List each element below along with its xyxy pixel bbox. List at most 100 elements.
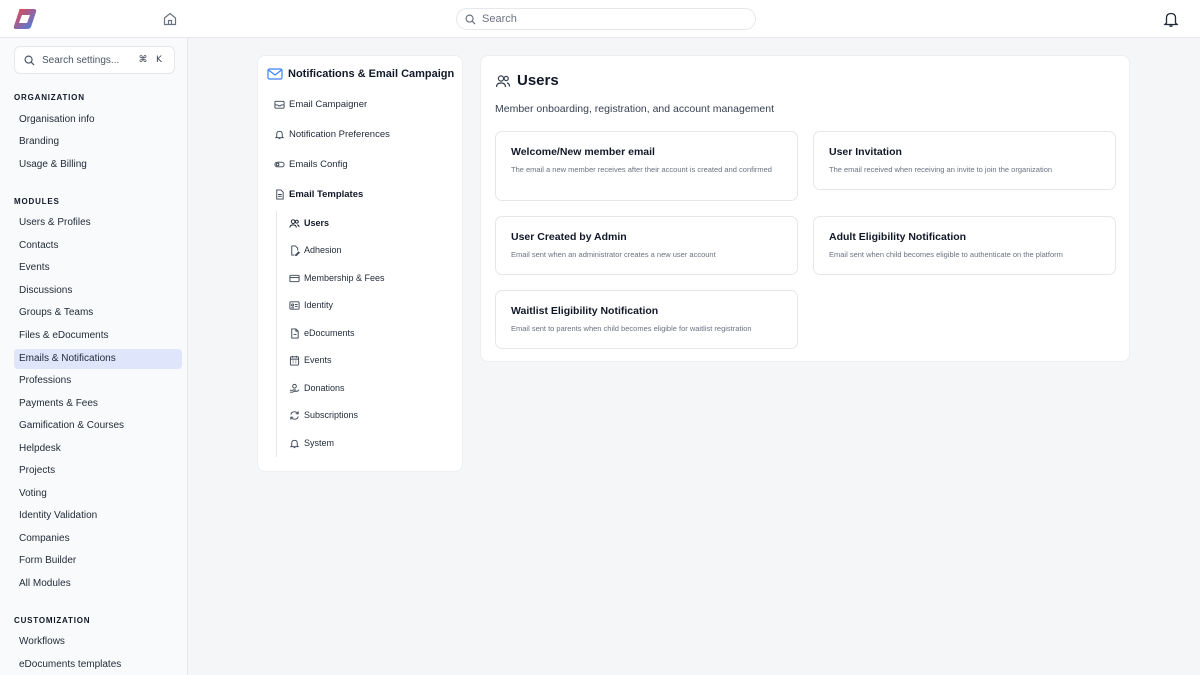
subnav-item-system[interactable]: System [289, 434, 334, 452]
document-icon [276, 188, 284, 200]
hand-heart-icon [289, 383, 300, 393]
template-card-welcome[interactable]: Welcome/New member email The email a new… [495, 131, 798, 201]
subnav-item-label: Users [304, 218, 330, 228]
page-subtitle: Member onboarding, registration, and acc… [495, 103, 774, 115]
template-card-waitlist-eligibility[interactable]: Waitlist Eligibility Notification Email … [495, 290, 798, 349]
section-customization: CUSTOMIZATION [14, 616, 91, 625]
template-card-adult-eligibility[interactable]: Adult Eligibility Notification Email sen… [813, 216, 1116, 275]
card-description: Email sent to parents when child becomes… [511, 324, 752, 333]
top-bar [0, 0, 1200, 38]
page-title: Users [495, 72, 559, 89]
subnav-item-users[interactable]: Users [289, 214, 329, 232]
nav-title: Notifications & Email Campaign [288, 68, 455, 80]
template-card-user-created-by-admin[interactable]: User Created by Admin Email sent when an… [495, 216, 798, 275]
subnav-item-label: Subscriptions [304, 410, 359, 420]
subnav-item-label: Donations [304, 383, 345, 393]
sidebar-item-usage-billing[interactable]: Usage & Billing [14, 155, 182, 175]
sidebar-item-events[interactable]: Events [14, 258, 182, 278]
card-title: Waitlist Eligibility Notification [511, 305, 659, 317]
calendar-icon [289, 355, 300, 366]
section-modules: MODULES [14, 197, 60, 206]
card-description: The email a new member receives after th… [511, 165, 772, 174]
sidebar-item-organisation-info[interactable]: Organisation info [14, 110, 182, 130]
users-icon [289, 218, 300, 228]
subnav-item-membership-fees[interactable]: Membership & Fees [289, 269, 385, 287]
subnav-item-label: Adhesion [304, 245, 342, 255]
toggle-icon [274, 161, 285, 167]
card-description: Email sent when an administrator creates… [511, 250, 716, 259]
shortcut-key-k: K [156, 55, 162, 65]
card-description: The email received when receiving an inv… [829, 165, 1053, 174]
subnav-item-adhesion[interactable]: Adhesion [289, 241, 342, 259]
sidebar-item-contacts[interactable]: Contacts [14, 236, 182, 256]
email-templates-panel: Users Member onboarding, registration, a… [480, 55, 1130, 362]
sidebar-item-edocuments-templates[interactable]: eDocuments templates [14, 655, 182, 675]
sidebar-item-gamification-courses[interactable]: Gamification & Courses [14, 416, 182, 436]
nav-item-label: Email Campaigner [289, 98, 368, 110]
nav-item-emails-config[interactable]: Emails Config [274, 155, 348, 173]
subnav-item-events[interactable]: Events [289, 351, 332, 369]
credit-card-icon [289, 274, 300, 282]
sidebar-item-identity-validation[interactable]: Identity Validation [14, 506, 182, 526]
global-search-input[interactable] [482, 13, 732, 25]
card-description: Email sent when child becomes eligible t… [829, 250, 1063, 259]
subnav-divider [276, 211, 277, 457]
subnav-item-donations[interactable]: Donations [289, 379, 345, 397]
sidebar-item-files-edocuments[interactable]: Files & eDocuments [14, 326, 182, 346]
mail-icon [267, 68, 283, 80]
app-logo[interactable] [12, 7, 38, 31]
bell-icon[interactable] [1162, 10, 1180, 28]
global-search[interactable] [456, 8, 756, 30]
file-edit-icon [291, 244, 300, 256]
refresh-icon [290, 410, 299, 420]
sidebar-item-all-modules[interactable]: All Modules [14, 574, 182, 594]
users-icon [495, 74, 511, 87]
page-title-text: Users [517, 72, 559, 89]
sidebar-item-form-builder[interactable]: Form Builder [14, 551, 182, 571]
subnav-item-label: Identity [304, 300, 334, 310]
settings-search-input[interactable] [42, 54, 134, 66]
nav-item-label: Email Templates [289, 188, 364, 200]
card-title: Adult Eligibility Notification [829, 231, 967, 243]
search-icon [24, 55, 35, 66]
bell-icon [274, 130, 285, 139]
settings-sidebar: ⌘ K ORGANIZATION Organisation info Brand… [0, 38, 188, 675]
sidebar-item-branding[interactable]: Branding [14, 132, 182, 152]
nav-item-notification-preferences[interactable]: Notification Preferences [274, 125, 390, 143]
subnav-item-subscriptions[interactable]: Subscriptions [289, 406, 358, 424]
file-icon [291, 327, 299, 339]
subnav-item-label: eDocuments [304, 328, 355, 338]
card-title: Welcome/New member email [511, 146, 655, 158]
sidebar-item-users-profiles[interactable]: Users & Profiles [14, 213, 182, 233]
sidebar-item-workflows[interactable]: Workflows [14, 632, 182, 652]
search-icon [465, 14, 476, 25]
sidebar-item-emails-notifications[interactable]: Emails & Notifications [14, 349, 182, 369]
subnav-item-label: Membership & Fees [304, 273, 385, 283]
inbox-icon [274, 100, 285, 109]
sidebar-item-groups-teams[interactable]: Groups & Teams [14, 303, 182, 323]
sidebar-item-companies[interactable]: Companies [14, 529, 182, 549]
subnav-item-label: Events [304, 355, 332, 365]
sidebar-item-projects[interactable]: Projects [14, 461, 182, 481]
nav-item-label: Notification Preferences [289, 128, 390, 140]
nav-header: Notifications & Email Campaign [267, 66, 454, 82]
card-title: User Created by Admin [511, 231, 627, 243]
sidebar-item-voting[interactable]: Voting [14, 484, 182, 504]
nav-item-label: Emails Config [289, 158, 348, 170]
subnav-item-label: System [304, 438, 335, 448]
sidebar-item-helpdesk[interactable]: Helpdesk [14, 439, 182, 459]
template-card-user-invitation[interactable]: User Invitation The email received when … [813, 131, 1116, 190]
bell-icon [289, 439, 300, 448]
sidebar-item-professions[interactable]: Professions [14, 371, 182, 391]
subnav-item-identity[interactable]: Identity [289, 296, 333, 314]
nav-item-email-templates[interactable]: Email Templates [274, 185, 363, 203]
sidebar-item-payments-fees[interactable]: Payments & Fees [14, 394, 182, 414]
notifications-nav-panel: Notifications & Email Campaign Email Cam… [257, 55, 463, 472]
home-icon[interactable] [162, 11, 178, 27]
sidebar-item-discussions[interactable]: Discussions [14, 281, 182, 301]
settings-search[interactable]: ⌘ K [14, 46, 175, 74]
nav-item-email-campaigner[interactable]: Email Campaigner [274, 95, 367, 113]
section-organization: ORGANIZATION [14, 93, 85, 102]
subnav-item-edocuments[interactable]: eDocuments [289, 324, 355, 342]
card-title: User Invitation [829, 146, 902, 158]
